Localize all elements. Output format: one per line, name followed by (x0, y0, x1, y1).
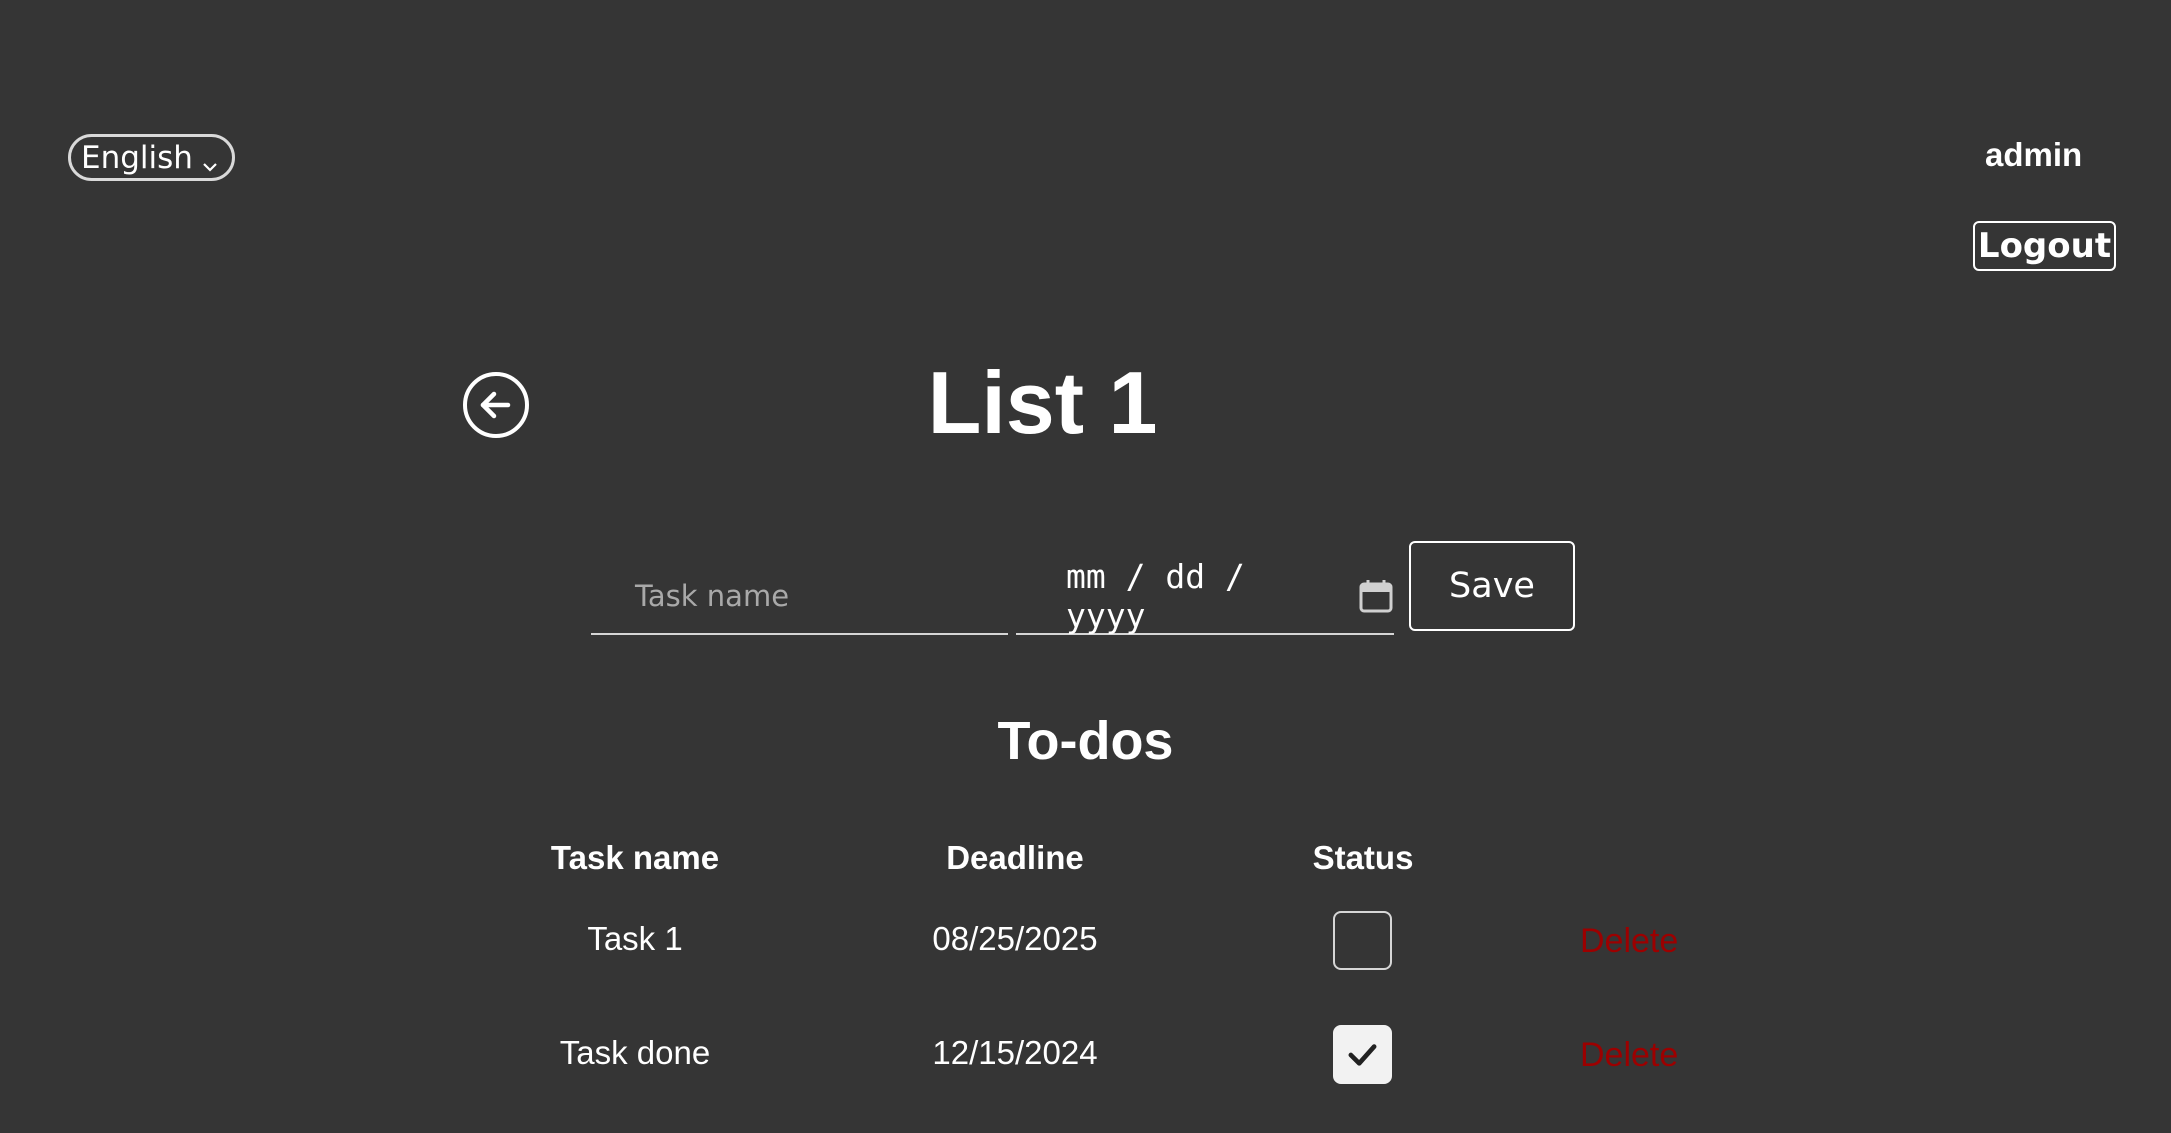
language-select[interactable]: English (68, 134, 235, 181)
status-checkbox[interactable] (1333, 911, 1392, 970)
task-name-input[interactable]: Task name (591, 558, 1008, 635)
deadline-cell: 12/15/2024 (932, 1034, 1098, 1071)
todos-title: To-dos (997, 711, 1174, 771)
date-placeholder: mm / dd / yyyy (1066, 556, 1245, 635)
task-name-cell: Task 1 (587, 920, 683, 957)
page: English admin Logout List 1 Task name mm… (0, 0, 2171, 1133)
column-header-task-name: Task name (550, 839, 720, 876)
deadline-date-input[interactable]: mm / dd / yyyy (1016, 556, 1394, 635)
page-title: List 1 (927, 353, 1158, 452)
calendar-icon[interactable] (1358, 578, 1394, 614)
column-header-deadline: Deadline (946, 839, 1084, 876)
username: admin (1985, 136, 2083, 173)
chevron-down-icon (200, 149, 220, 172)
language-select-value: English (81, 139, 193, 176)
deadline-cell: 08/25/2025 (932, 920, 1098, 957)
task-name-cell: Task done (559, 1034, 711, 1071)
status-checkbox[interactable] (1333, 1025, 1392, 1084)
checkmark-icon (1348, 1044, 1377, 1066)
delete-link[interactable]: Delete (1580, 922, 1678, 961)
save-button[interactable]: Save (1409, 541, 1575, 631)
delete-link[interactable]: Delete (1580, 1036, 1678, 1075)
task-name-placeholder: Task name (635, 578, 790, 613)
logout-button[interactable]: Logout (1973, 221, 2116, 271)
column-header-status: Status (1312, 839, 1414, 876)
